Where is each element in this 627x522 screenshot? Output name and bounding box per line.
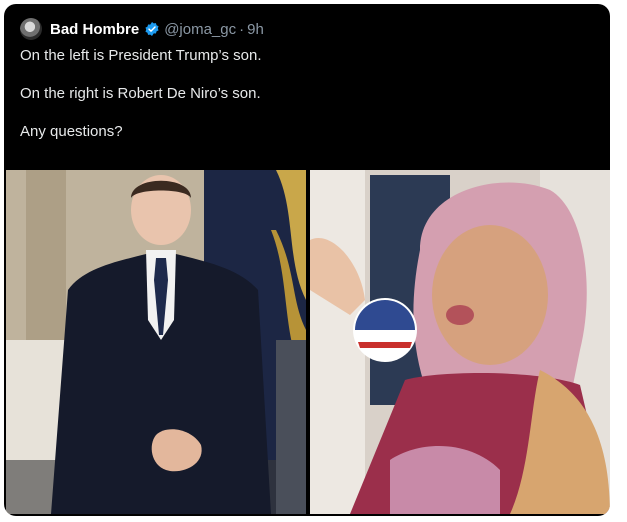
media-grid[interactable] [6,170,610,514]
tweet-line: Any questions? [20,123,123,140]
photo-right-illustration [310,170,610,514]
tweet-line: On the right is Robert De Niro’s son. [20,85,261,102]
photo-left-illustration [6,170,306,514]
tweet-line: On the left is President Trump’s son. [20,47,262,64]
user-handle[interactable]: @joma_gc [164,21,236,38]
photo-right[interactable] [310,170,610,514]
avatar[interactable] [20,18,42,40]
tweet-text: On the left is President Trump’s son. On… [20,46,600,160]
timestamp[interactable]: 9h [247,21,264,38]
verified-badge-icon [144,21,160,37]
tweet-header: Bad Hombre @joma_gc · 9h [20,16,264,42]
tweet-card: Bad Hombre @joma_gc · 9h On the left is … [4,4,610,516]
separator-dot: · [239,20,245,38]
display-name[interactable]: Bad Hombre [50,21,139,38]
photo-left[interactable] [6,170,306,514]
